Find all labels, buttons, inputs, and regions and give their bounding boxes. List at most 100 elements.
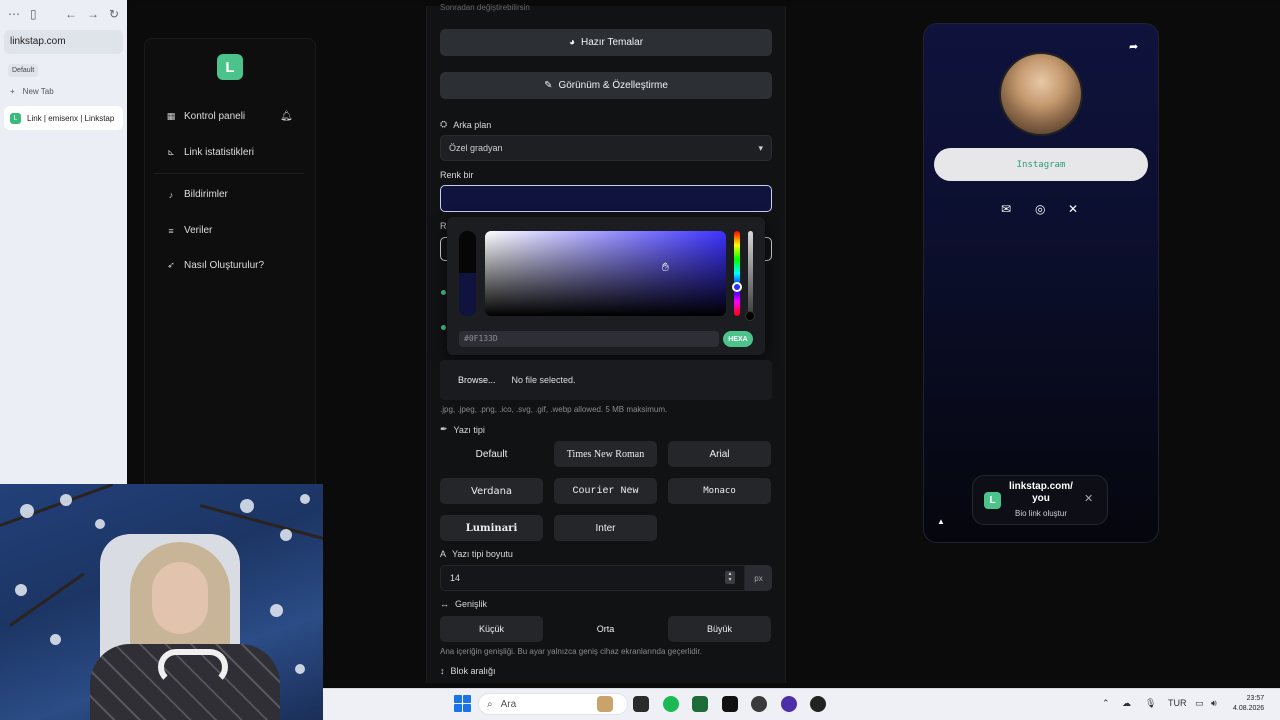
hue-slider-handle[interactable] [732, 282, 742, 292]
appearance-button[interactable]: ✎ Görünüm & Özelleştirme [440, 72, 772, 99]
nav-item-dashboard[interactable]: ▦ Kontrol paneli [166, 111, 245, 122]
bell-icon[interactable]: 🔔︎ [280, 111, 293, 122]
sidebar-toggle-icon[interactable]: ▯ [30, 7, 37, 21]
font-option-luminari[interactable]: Luminari [440, 515, 543, 541]
block-spacing-label-text: Blok aralığı [450, 666, 496, 676]
display-icon[interactable]: ▭ [1195, 698, 1204, 709]
language-indicator[interactable]: TUR [1168, 698, 1187, 708]
forward-icon[interactable]: → [87, 7, 99, 21]
font-size-stepper[interactable]: ▴ ▾ [725, 571, 735, 584]
chart-icon: ⊾ [167, 147, 175, 157]
windows-start-icon[interactable] [454, 695, 471, 712]
nav-item-data[interactable]: ≡ Veriler [166, 225, 212, 236]
cloud-icon[interactable]: ☁ [1122, 698, 1131, 709]
browser-app-icon[interactable] [781, 696, 797, 712]
nav-item-label: Link istatistikleri [184, 147, 255, 158]
hue-slider[interactable] [734, 231, 740, 316]
themes-button-label: Hazır Temalar [580, 37, 644, 48]
email-icon[interactable]: ✉ [1001, 202, 1011, 216]
picker-hex-input[interactable]: #0F133D [459, 331, 719, 347]
color-one-input[interactable] [440, 185, 772, 212]
nav-item-label: Veriler [184, 225, 213, 236]
font-option-courier[interactable]: Courier New [554, 478, 657, 504]
github-icon[interactable] [810, 696, 826, 712]
palette-icon: ◕ [568, 37, 575, 48]
file-upload[interactable]: Browse... No file selected. [440, 360, 772, 400]
linkstap-logo-icon[interactable]: L [217, 54, 243, 80]
width-hint: Ana içeriğin genişliği. Bu ayar yalnızca… [440, 647, 702, 656]
browser-toolbar: ⋯ ▯ ← → ↻ [0, 0, 127, 28]
slider-handle[interactable] [441, 325, 446, 330]
editor-app-icon[interactable] [692, 696, 708, 712]
width-option-large[interactable]: Büyük [668, 616, 771, 642]
warning-icon[interactable]: ▲ [937, 517, 945, 526]
tab-title: Link | emisenx | Linkstap [27, 113, 115, 123]
more-icon[interactable]: ⋯ [8, 7, 20, 21]
owl-app-icon[interactable] [597, 696, 613, 712]
mic-icon[interactable]: 🎙︎ [1145, 698, 1156, 709]
font-option-monaco[interactable]: Monaco [668, 478, 771, 504]
slider-handle[interactable] [441, 290, 446, 295]
share-icon[interactable]: ➦ [1129, 40, 1138, 53]
url-bar[interactable]: linkstap.com [4, 30, 123, 54]
back-icon[interactable]: ← [65, 7, 77, 21]
tab-linkstap[interactable]: L Link | emisenx | Linkstap [4, 106, 123, 130]
nav-item-notifications[interactable]: ♪ Bildirimler [166, 189, 228, 200]
webcam-overlay [0, 484, 323, 720]
file-app-icon[interactable] [633, 696, 649, 712]
x-icon[interactable]: ✕ [1068, 202, 1078, 216]
nav-item-label: Kontrol paneli [184, 111, 246, 122]
alpha-slider[interactable] [748, 231, 753, 316]
rocket-icon: ➶ [167, 260, 175, 270]
font-option-inter[interactable]: Inter [554, 515, 657, 541]
file-status: No file selected. [511, 375, 576, 385]
chatgpt-icon[interactable] [751, 696, 767, 712]
avatar [999, 52, 1083, 136]
linkstap-logo-icon: L [984, 492, 1001, 509]
editor-top-note: Sonradan değiştirebilirsin [440, 3, 530, 12]
font-size-input[interactable]: 14 [440, 565, 745, 591]
instagram-link-button[interactable]: Instagram [934, 148, 1148, 181]
background-label-text: Arka plan [453, 119, 492, 130]
spotify-icon[interactable] [663, 696, 679, 712]
picker-mode-button[interactable]: HEXA [723, 331, 753, 347]
close-icon[interactable]: ✕ [1084, 492, 1093, 505]
vertical-arrows-icon: ↕ [440, 666, 445, 676]
database-icon: ≡ [168, 225, 174, 236]
nav-item-how-to[interactable]: ➶ Nasıl Oluşturulur? [166, 260, 264, 271]
browse-button[interactable]: Browse... [452, 371, 502, 389]
taskbar-search-placeholder: Ara [500, 698, 517, 710]
instagram-icon[interactable]: ◎ [1035, 202, 1045, 216]
color-two-label: R [440, 221, 447, 231]
font-option-times[interactable]: Times New Roman [554, 441, 657, 467]
text-size-icon: A [440, 549, 447, 559]
profile-tag[interactable]: Default [8, 64, 39, 77]
background-label: ⛭ Arka plan [440, 119, 491, 130]
clock-time: 23:57 [1246, 695, 1265, 702]
font-size-unit: px [745, 565, 772, 591]
promo-subtitle: Bio link oluştur [1014, 509, 1068, 518]
font-option-arial[interactable]: Arial [668, 441, 771, 467]
new-tab-button[interactable]: + New Tab [0, 77, 127, 106]
color-preview-swatch [459, 231, 476, 316]
saturation-value-area[interactable] [485, 231, 726, 316]
grid-icon: ▦ [166, 111, 176, 121]
clock[interactable]: 23:57 4.08.2026 [1233, 694, 1264, 714]
font-size-label-text: Yazı tipi boyutu [452, 549, 513, 559]
nav-item-link-stats[interactable]: ⊾ Link istatistikleri [166, 147, 254, 158]
font-option-verdana[interactable]: Verdana [440, 478, 543, 504]
chevron-up-icon[interactable]: ⌃ [1102, 698, 1110, 709]
background-select-value: Özel gradyan [449, 143, 503, 153]
width-option-small[interactable]: Küçük [440, 616, 543, 642]
obs-icon[interactable] [722, 696, 738, 712]
themes-button[interactable]: ◕ Hazır Temalar [440, 29, 772, 56]
reload-icon[interactable]: ↻ [109, 7, 119, 21]
volume-icon[interactable]: 🔊︎ [1211, 698, 1217, 709]
width-option-medium[interactable]: Orta [554, 616, 657, 642]
alpha-slider-handle[interactable] [745, 311, 755, 321]
browser-sidebar: ⋯ ▯ ← → ↻ linkstap.com Default + New Tab… [0, 0, 127, 484]
background-select[interactable]: Özel gradyan ▾ [440, 135, 772, 161]
brush-icon: ✎ [544, 80, 553, 91]
width-label: ↔ Genişlik [440, 599, 487, 609]
font-option-default[interactable]: Default [440, 441, 543, 467]
